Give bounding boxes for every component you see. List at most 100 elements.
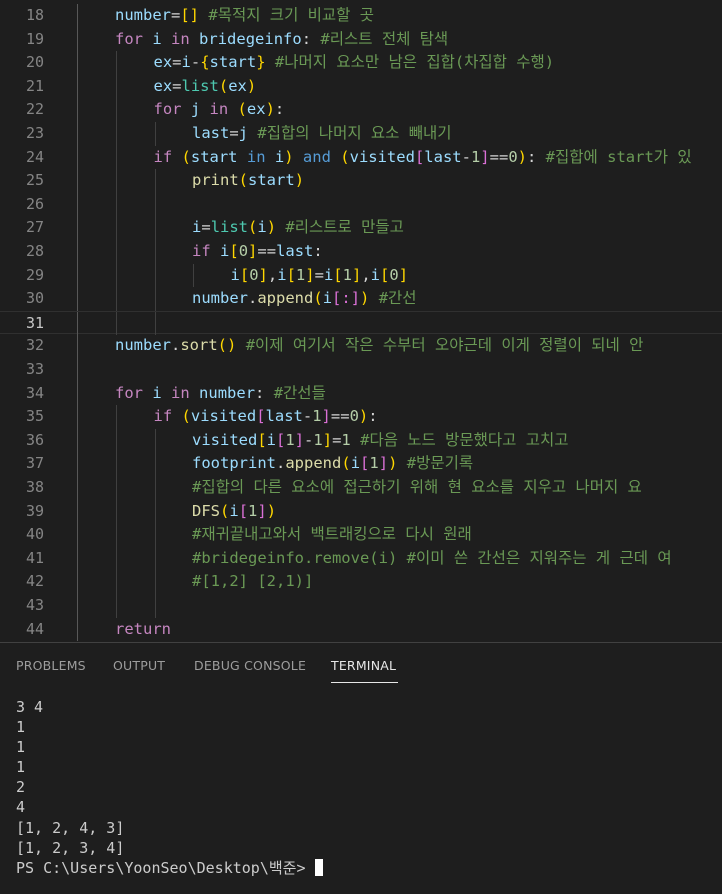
code-line[interactable]: 21 ex=list(ex) xyxy=(0,74,722,99)
code-text: ex=i-{start} #나머지 요소만 남은 집합(차집합 수행) xyxy=(153,53,555,72)
indent-guide xyxy=(154,523,156,547)
terminal-line: 3 4 xyxy=(16,698,44,716)
indent-guide xyxy=(154,452,156,476)
indent-guide xyxy=(193,263,194,288)
code-line[interactable]: 44 return xyxy=(0,617,722,642)
code-text: i=list(i) #리스트로 만들고 xyxy=(192,218,404,237)
code-line[interactable]: 34 for i in number: #간선들 xyxy=(0,381,722,406)
code-text: number.sort() #이제 여기서 작은 수부터 오야근데 이게 정렬이… xyxy=(115,336,644,355)
indent-guide xyxy=(154,428,156,453)
code-text: ex=list(ex) xyxy=(153,76,257,95)
tab-output[interactable]: OUTPUT xyxy=(113,658,165,673)
code-text: number=[] #목적지 크기 비교할 곳 xyxy=(115,6,375,24)
line-number: 24 xyxy=(25,147,44,166)
indent-guide xyxy=(116,74,117,99)
code-text: for i in bridegeinfo: #리스트 전체 탐색 xyxy=(115,29,449,48)
indent-guide xyxy=(154,594,156,618)
line-number: 23 xyxy=(25,124,44,142)
indent-guide xyxy=(77,381,78,406)
terminal-line: 1 xyxy=(16,718,26,737)
line-number: 29 xyxy=(25,265,44,284)
code-text: #재귀끝내고와서 백트래킹으로 다시 원래 xyxy=(192,525,472,544)
code-editor[interactable]: 18 number=[] #목적지 크기 비교할 곳 19 for i in brid… xyxy=(0,0,722,642)
code-line[interactable]: 36 visited[i[1]-1]=1 #다음 노드 방문했다고 고치고 xyxy=(0,428,722,453)
code-line[interactable]: 23 last=j #집합의 나머지 요소 빼내기 xyxy=(0,122,722,146)
indent-guide xyxy=(116,311,117,336)
line-number: 28 xyxy=(25,242,44,260)
indent-guide xyxy=(77,240,78,264)
code-line[interactable]: 27 i=list(i) #리스트로 만들고 xyxy=(0,216,722,240)
indent-guide xyxy=(116,145,117,170)
indent-guide xyxy=(154,169,156,193)
code-line[interactable]: 26 xyxy=(0,192,722,217)
indent-guide xyxy=(116,452,117,476)
indent-guide xyxy=(154,240,156,264)
code-line[interactable]: 31 xyxy=(0,310,722,336)
indent-guide xyxy=(116,594,117,618)
line-number: 20 xyxy=(25,53,44,72)
indent-guide xyxy=(154,192,156,217)
indent-guide xyxy=(77,192,78,217)
indent-guide xyxy=(77,263,78,288)
code-line[interactable]: 39 DFS(i[1]) xyxy=(0,499,722,524)
indent-guide xyxy=(154,311,156,336)
indent-guide xyxy=(77,594,78,618)
indent-guide xyxy=(116,570,117,594)
code-line[interactable]: 18 number=[] #목적지 크기 비교할 곳 xyxy=(0,4,722,28)
code-line[interactable]: 19 for i in bridegeinfo: #리스트 전체 탐색 xyxy=(0,27,722,52)
code-line[interactable]: 20 ex=i-{start} #나머지 요소만 남은 집합(차집합 수행) xyxy=(0,51,722,75)
indent-guide xyxy=(77,476,78,500)
indent-guide xyxy=(116,122,117,146)
indent-guide xyxy=(77,27,78,52)
code-line[interactable]: 40 #재귀끝내고와서 백트래킹으로 다시 원래 xyxy=(0,523,722,547)
code-line[interactable]: 33 xyxy=(0,358,722,382)
line-number: 37 xyxy=(25,454,44,473)
line-number: 26 xyxy=(25,194,44,213)
code-line[interactable]: 29 i[0],i[1]=i[1],i[0] xyxy=(0,263,722,288)
indent-guide xyxy=(77,546,78,571)
indent-guide xyxy=(154,499,156,524)
code-line[interactable]: 25 print(start) xyxy=(0,169,722,193)
tab-problems[interactable]: PROBLEMS xyxy=(16,658,86,673)
code-text: if (visited[last-1]==0): xyxy=(153,407,378,426)
indent-guide xyxy=(154,216,156,240)
code-line[interactable]: 30 number.append(i[:]) #간선 xyxy=(0,287,722,311)
indent-guide xyxy=(77,216,78,240)
code-line[interactable]: 37 footprint.append(i[1]) #방문기록 xyxy=(0,452,722,476)
line-number: 43 xyxy=(25,596,44,614)
code-text: #집합의 다른 요소에 접근하기 위해 현 요소를 지우고 나머지 요 xyxy=(192,478,642,496)
line-number: 32 xyxy=(25,336,44,355)
code-line[interactable]: 38 #집합의 다른 요소에 접근하기 위해 현 요소를 지우고 나머지 요 xyxy=(0,476,722,500)
code-text: #[1,2] [2,1)] xyxy=(192,572,314,591)
code-line[interactable]: 32 number.sort() #이제 여기서 작은 수부터 오야근데 이게 정… xyxy=(0,334,722,358)
indent-guide xyxy=(116,216,117,240)
terminal-output[interactable]: 3 4 1 1 1 2 4 [1, 2, 4, 3] [1, 2, 3, 4] PS C:\Us… xyxy=(16,697,323,878)
indent-guide xyxy=(77,334,78,358)
code-line[interactable]: 28 if i[0]==last: xyxy=(0,240,722,264)
indent-guide xyxy=(77,311,78,336)
indent-guide xyxy=(77,428,78,453)
terminal-line: 4 xyxy=(16,798,26,817)
line-number: 41 xyxy=(25,548,44,567)
code-line[interactable]: 41 #bridegeinfo.remove(i) #이미 쓴 간선은 지워주는 … xyxy=(0,546,722,571)
terminal-line: [1, 2, 3, 4] xyxy=(16,838,125,857)
terminal-prompt[interactable]: PS C:\Users\YoonSeo\Desktop\백준> xyxy=(16,858,323,878)
tab-terminal[interactable]: TERMINAL xyxy=(331,658,396,673)
indent-guide xyxy=(77,169,78,193)
code-text: last=j #집합의 나머지 요소 빼내기 xyxy=(192,124,452,142)
indent-guide xyxy=(77,287,78,311)
code-text: for j in (ex): xyxy=(153,100,285,119)
code-line[interactable]: 22 for j in (ex): xyxy=(0,98,722,122)
tab-debug-console[interactable]: DEBUG CONSOLE xyxy=(194,658,306,673)
indent-guide xyxy=(77,74,78,99)
code-line[interactable]: 24 if (start in i) and (visited[last-1]==… xyxy=(0,145,722,170)
terminal-line: [1, 2, 4, 3] xyxy=(16,818,125,837)
indent-guide xyxy=(154,476,156,500)
code-line[interactable]: 43 xyxy=(0,594,722,618)
code-line[interactable]: 42 #[1,2] [2,1)] xyxy=(0,570,722,594)
code-line[interactable]: 35 if (visited[last-1]==0): xyxy=(0,405,722,429)
terminal-line: 1 xyxy=(16,738,26,757)
indent-guide xyxy=(77,51,78,75)
line-number: 33 xyxy=(25,360,44,378)
indent-guide xyxy=(116,98,117,122)
